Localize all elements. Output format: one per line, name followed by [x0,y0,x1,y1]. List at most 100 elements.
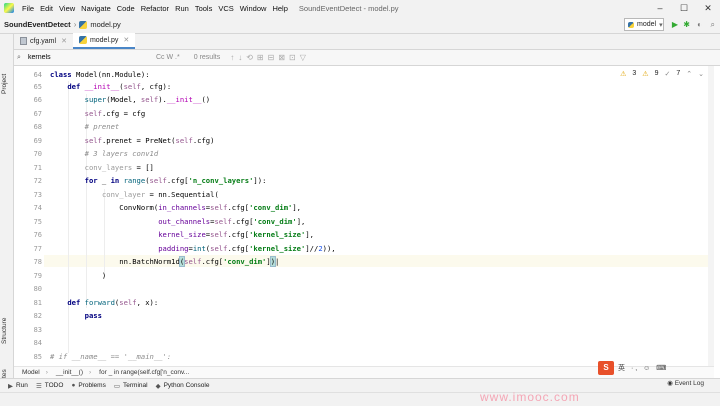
code-line: def forward(self, x): [67,298,159,307]
find-input[interactable] [16,51,136,64]
menu-tools[interactable]: Tools [192,4,216,13]
menu-run[interactable]: Run [172,4,192,13]
tool-project[interactable]: Project [1,74,8,94]
tool-terminal[interactable]: ▭ Terminal [114,382,148,390]
python-file-icon [628,21,634,28]
run-icon[interactable]: ▶ [672,18,678,31]
inspection-widget[interactable]: ⚠ 3 ⚠ 9 ✓ 7 ⌃ ⌄ [620,70,704,78]
menu-file[interactable]: File [19,4,37,13]
line-number: 70 [33,150,42,158]
run-configuration-select[interactable]: model ▾ [624,18,664,31]
close-tab-icon[interactable]: ✕ [123,36,129,44]
code-line: # if __name__ == '__main__': [50,352,172,361]
code-line: padding=int(self.cfg['kernel_size']//2))… [158,244,336,253]
code-line: # 3 layers conv1d [84,149,159,158]
line-number: 82 [33,312,42,320]
run-icon: ▶ [8,382,13,390]
code-line: ConvNorm(in_channels=self.cfg['conv_dim'… [50,203,302,212]
find-results-count: 0 results [193,54,221,61]
code-line: # prenet [84,122,120,131]
code-area[interactable]: class Model(nn.Module): def __init__(sel… [50,66,700,366]
typo-count: 7 [676,70,681,77]
code-line: ) [50,271,107,280]
line-number: 77 [33,245,42,253]
tool-structure[interactable]: Structure [1,318,8,344]
code-line: def __init__(self, cfg): [67,82,172,91]
line-number: 78 [33,258,42,266]
line-gutter: 64 65 66 67 68 69 70 71 72 73 74 75 76 7… [14,66,44,366]
close-icon[interactable]: ✕ [696,0,720,16]
ime-toolbar[interactable]: 英 ·, ☺ ⌨ [618,363,668,373]
menu-help[interactable]: Help [269,4,290,13]
menu-edit[interactable]: Edit [37,4,56,13]
line-number: 79 [33,272,42,280]
minimize-icon[interactable]: – [648,0,672,16]
tool-problems[interactable]: ● Problems [71,382,105,389]
tool-run[interactable]: ▶ Run [8,382,28,390]
menu-window[interactable]: Window [237,4,270,13]
breadcrumb-item[interactable]: Model [22,369,40,376]
editor-scrollbar[interactable] [708,66,714,366]
tool-label: Terminal [123,382,148,389]
chevron-right-icon: › [73,20,77,29]
window-title: SoundEventDetect - model.py [298,3,399,13]
code-editor[interactable]: 64 65 66 67 68 69 70 71 72 73 74 75 76 7… [14,66,714,366]
menu-code[interactable]: Code [114,4,138,13]
nav-file-label: model.py [90,20,121,29]
menu-view[interactable]: View [56,4,78,13]
tool-label: Python Console [163,382,210,389]
find-options[interactable]: Cc W .* [156,54,180,61]
chevron-down-icon[interactable]: ⌄ [698,70,704,78]
find-field-wrapper: ⌕ [14,51,136,64]
weak-warning-count: 9 [654,70,659,77]
tool-label: Problems [78,382,106,389]
warning-icon: ⚠ [620,71,627,78]
nav-project[interactable]: SoundEventDetect [4,20,71,29]
tab-cfg-yaml[interactable]: cfg.yaml ✕ [14,33,73,49]
line-number: 65 [33,83,42,91]
breadcrumb-item[interactable]: for _ in range(self.cfg['n_conv... [99,369,189,376]
line-number: 66 [33,96,42,104]
code-line: for _ in range(self.cfg['n_conv_layers']… [84,176,267,185]
menu-navigate[interactable]: Navigate [78,4,114,13]
event-log-label: Event Log [674,380,704,387]
python-file-icon [79,20,88,29]
line-number: 67 [33,110,42,118]
breadcrumb-item[interactable]: __init__() [56,369,83,376]
menu-vcs[interactable]: VCS [215,4,236,13]
run-configuration-label: model [637,21,657,28]
weak-warning-icon: ⚠ [642,71,649,78]
tab-model-py[interactable]: model.py ✕ [72,33,136,49]
coverage-icon[interactable]: ◐ [697,18,702,31]
find-navigation-icons[interactable]: ↑↓⟲⊞⊟⊠⊡▽ [230,53,310,62]
close-tab-icon[interactable]: ✕ [61,37,67,45]
code-line: self.prenet = PreNet(self.cfg) [84,136,215,145]
line-number: 74 [33,204,42,212]
code-line: class Model(nn.Module): [50,70,150,79]
code-line: conv_layers = [] [84,163,154,172]
menu-refactor[interactable]: Refactor [138,4,172,13]
warning-count: 3 [632,70,637,77]
terminal-icon: ▭ [113,382,120,390]
tool-python-console[interactable]: ◆ Python Console [156,382,210,390]
event-log-button[interactable]: ◉ Event Log [667,379,704,387]
line-number: 80 [33,285,42,293]
nav-file[interactable]: model.py [79,20,121,29]
menu-bar: File Edit View Navigate Code Refactor Ru… [0,0,720,16]
tool-window-bar: ▶ Run ☰ TODO ● Problems ▭ Terminal ◆ Python C… [0,378,720,392]
line-number: 81 [33,299,42,307]
code-line: kernel_size=self.cfg['kernel_size'], [158,230,314,239]
ime-badge[interactable]: S [598,361,614,375]
search-everywhere-icon[interactable]: ⌕ [711,18,715,31]
pycharm-logo-icon [4,3,14,13]
maximize-icon[interactable]: ☐ [672,0,696,16]
tool-label: TODO [44,382,64,389]
left-tool-strip: Project Structure Favorites [0,34,14,396]
tab-label: cfg.yaml [30,37,57,45]
debug-icon[interactable]: ✱ [683,18,690,31]
tool-todo[interactable]: ☰ TODO [36,382,64,390]
chevron-up-icon[interactable]: ⌃ [686,70,692,78]
